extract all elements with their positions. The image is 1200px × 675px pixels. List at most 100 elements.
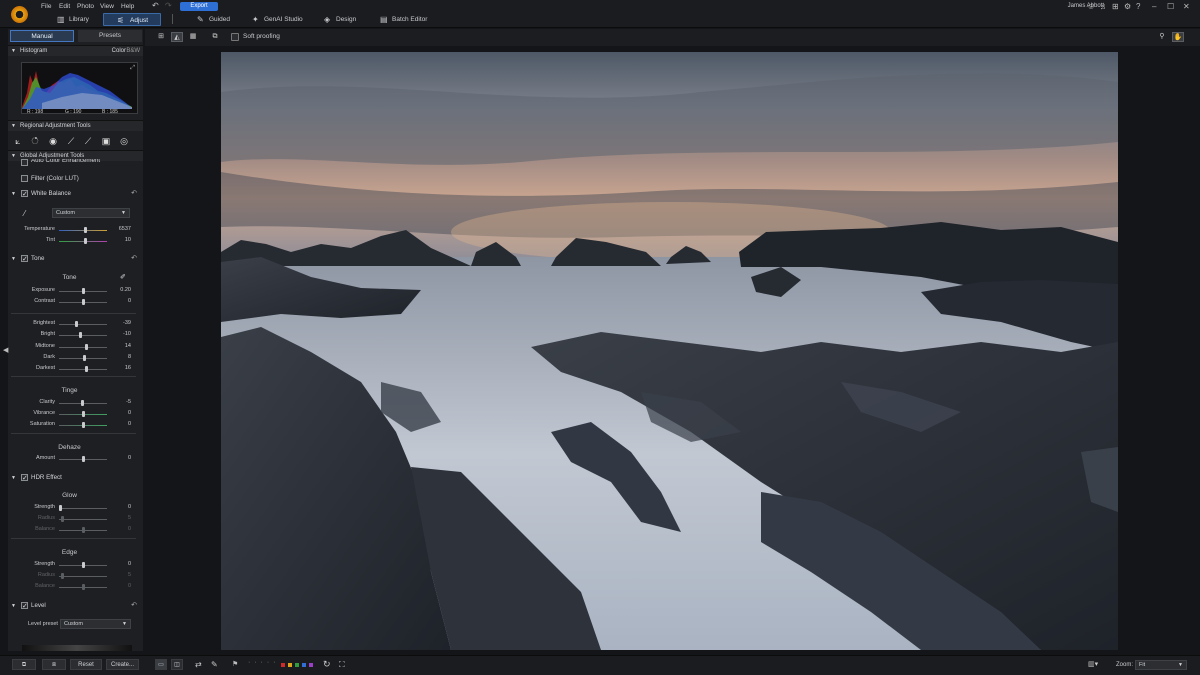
slider-value[interactable]: 0 [111, 526, 131, 532]
close-icon[interactable]: ✕ [1183, 2, 1190, 11]
filter-lut-checkbox[interactable] [21, 175, 28, 182]
user-name[interactable]: James Abbott [1068, 3, 1104, 9]
create-button[interactable]: Create... [106, 659, 139, 670]
color-label-yellow[interactable] [288, 663, 292, 667]
tint-slider-handle[interactable] [84, 238, 87, 244]
radius-slider-handle[interactable] [61, 516, 64, 522]
tone-header[interactable]: ▼Tone↶ [8, 253, 143, 266]
darkest-slider-track[interactable] [59, 369, 107, 371]
color-label-green[interactable] [295, 663, 299, 667]
color-label-blue[interactable] [302, 663, 306, 667]
expand-icon[interactable]: ⤢ [130, 65, 135, 72]
crop-tool-icon[interactable]: ⟀ [11, 135, 25, 147]
strength-slider-track[interactable] [59, 508, 107, 509]
eyedropper-icon[interactable]: ⁄ [24, 209, 25, 218]
slider-value[interactable]: 16 [111, 365, 131, 371]
red-eye-tool-icon[interactable]: ◉ [46, 135, 60, 147]
midtone-slider-handle[interactable] [85, 343, 88, 350]
slider-value[interactable]: -10 [111, 331, 131, 337]
slider-value[interactable]: 8 [111, 354, 131, 360]
balance-slider-handle[interactable] [82, 527, 85, 533]
level-preset-select[interactable]: Custom ▼ [60, 619, 131, 629]
graduated-filter-icon[interactable]: ▣ [99, 135, 113, 147]
level-checkbox[interactable] [21, 601, 28, 613]
settings-icon[interactable]: ⚙ [1124, 2, 1131, 11]
color-label-red[interactable] [281, 663, 285, 667]
tone-checkbox[interactable] [21, 254, 28, 266]
exposure-slider-handle[interactable] [82, 288, 85, 294]
temperature-slider-track[interactable] [59, 230, 107, 231]
contrast-slider-handle[interactable] [82, 299, 85, 305]
account-icon[interactable]: ☺ [1087, 2, 1095, 11]
white-balance-header[interactable]: ▼White Balance↶ [8, 188, 143, 201]
grid-options-icon[interactable]: ▥▾ [1088, 660, 1098, 668]
tab-presets[interactable]: Presets [78, 30, 142, 42]
slider-value[interactable]: 0 [111, 561, 131, 567]
level-header[interactable]: ▼Level↶ [8, 600, 143, 613]
strength-slider-handle[interactable] [82, 562, 85, 568]
brightest-slider-handle[interactable] [75, 321, 78, 327]
slider-value[interactable]: 14 [111, 343, 131, 349]
reset-icon[interactable]: ↶ [131, 188, 137, 200]
slider-value[interactable]: 6537 [111, 226, 131, 232]
undo-icon[interactable]: ↶ [152, 2, 159, 10]
second-display-icon[interactable]: ⧉ [209, 32, 221, 42]
slider-value[interactable]: 0 [111, 504, 131, 510]
midtone-slider-track[interactable] [59, 346, 107, 348]
temperature-slider-handle[interactable] [84, 227, 87, 233]
maximize-icon[interactable]: ☐ [1167, 2, 1174, 11]
slider-value[interactable]: 0 [111, 298, 131, 304]
white-balance-checkbox[interactable] [21, 189, 28, 201]
slider-value[interactable]: 0 [111, 455, 131, 461]
color-label-purple[interactable] [309, 663, 313, 667]
tab-guided[interactable]: ✎ Guided [192, 13, 242, 26]
strength-slider-handle[interactable] [59, 505, 62, 511]
menu-file[interactable]: File [41, 3, 51, 10]
minimize-icon[interactable]: – [1152, 2, 1156, 11]
menu-edit[interactable]: Edit [59, 3, 70, 10]
slider-value[interactable]: 0 [111, 583, 131, 589]
tab-manual[interactable]: Manual [10, 30, 74, 42]
slider-value[interactable]: 5 [111, 515, 131, 521]
rotate-view-icon[interactable]: ⇄ [195, 660, 202, 669]
slider-value[interactable]: 0 [111, 421, 131, 427]
rotate-icon[interactable]: ↻ [323, 659, 331, 670]
histogram-bw-toggle[interactable]: B&W [126, 46, 140, 57]
menu-help[interactable]: Help [121, 3, 134, 10]
radial-filter-icon[interactable]: ◎ [117, 135, 131, 147]
tint-slider-track[interactable] [59, 241, 107, 242]
slider-value[interactable]: -39 [111, 320, 131, 326]
help-icon[interactable]: ? [1136, 2, 1140, 11]
single-view-bottom-icon[interactable]: ▭ [155, 659, 167, 670]
saturation-slider-handle[interactable] [82, 422, 85, 428]
rating-stars[interactable]: · · · · · [248, 659, 276, 666]
notification-icon[interactable]: ♫ [1100, 2, 1106, 11]
histogram-color-toggle[interactable]: Color [112, 46, 126, 57]
white-balance-preset-select[interactable]: Custom ▼ [52, 208, 130, 218]
clarity-slider-handle[interactable] [81, 400, 84, 406]
crop-icon[interactable]: ⛶ [339, 660, 345, 670]
filter-lut-row[interactable]: Filter (Color LUT) [8, 173, 143, 185]
radius-slider-track[interactable] [59, 576, 107, 577]
grid-view-icon[interactable]: ▦ [187, 32, 199, 42]
darkest-slider-handle[interactable] [85, 366, 88, 373]
bright-slider-handle[interactable] [79, 332, 82, 339]
photo-canvas[interactable] [221, 52, 1118, 650]
slider-value[interactable]: 0 [111, 410, 131, 416]
slider-value[interactable]: 5 [111, 572, 131, 578]
slider-value[interactable]: 10 [111, 237, 131, 243]
auto-color-checkbox[interactable] [21, 159, 28, 166]
tab-design[interactable]: ◈ Design [319, 13, 369, 26]
radius-slider-track[interactable] [59, 519, 107, 520]
compare-view-icon[interactable]: ⊞ [155, 32, 167, 42]
copy-settings-icon[interactable]: ⧈ [42, 659, 66, 670]
auto-color-row[interactable]: Auto Color Enhancement [8, 159, 143, 167]
tab-batch-editor[interactable]: ▤ Batch Editor [375, 13, 437, 26]
tone-picker-icon[interactable]: ✐ [120, 273, 126, 281]
hdr-effect-header[interactable]: ▼HDR Effect [8, 472, 143, 485]
bright-slider-track[interactable] [59, 335, 107, 337]
pan-hand-icon[interactable]: ✋ [1172, 32, 1184, 42]
slider-value[interactable]: 0.20 [111, 287, 131, 293]
tab-genai-studio[interactable]: ✦ GenAI Studio [247, 13, 313, 26]
vibrance-slider-handle[interactable] [82, 411, 85, 417]
